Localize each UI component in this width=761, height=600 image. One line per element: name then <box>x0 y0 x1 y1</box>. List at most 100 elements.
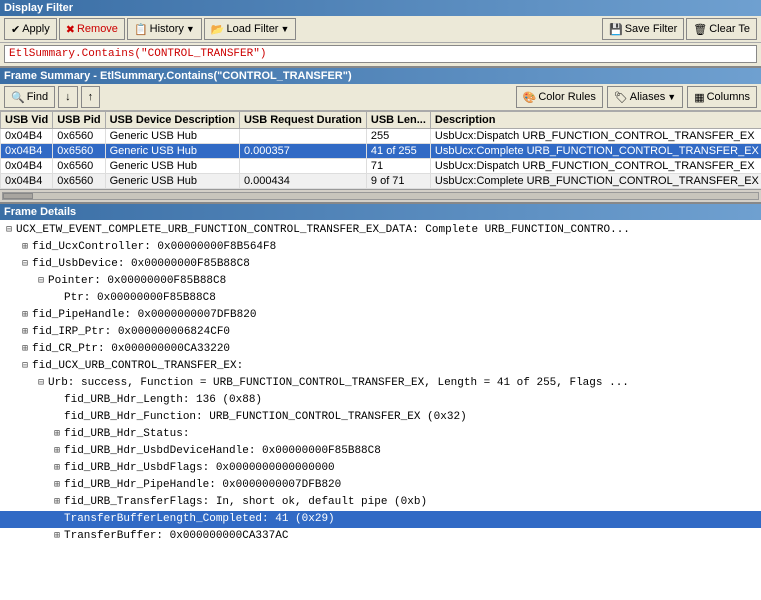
table-cell-1: 0x6560 <box>53 129 105 144</box>
apply-icon: ✔ <box>11 23 20 36</box>
tree-item[interactable]: ⊞fid_CR_Ptr: 0x000000000CA33220 <box>0 341 761 358</box>
history-button[interactable]: 📋 History ▼ <box>127 18 202 40</box>
arrow-down-icon: ↓ <box>65 91 71 103</box>
tree-expander-icon[interactable]: ⊞ <box>18 325 32 340</box>
find-button[interactable]: 🔍 Find <box>4 86 55 108</box>
tree-item[interactable]: ⊞fid_URB_Hdr_Status: <box>0 426 761 443</box>
tree-item-label: fid_URB_Hdr_Length: 136 (0x88) <box>64 394 262 406</box>
scrollbar-thumb[interactable] <box>3 193 33 199</box>
arrow-down-button[interactable]: ↓ <box>58 86 78 108</box>
table-cell-0: 0x04B4 <box>1 174 53 189</box>
save-filter-button[interactable]: 💾 Save Filter <box>602 18 684 40</box>
table-cell-0: 0x04B4 <box>1 129 53 144</box>
tree-expander-icon[interactable]: ⊟ <box>34 376 48 391</box>
table-cell-5: UsbUcx:Dispatch URB_FUNCTION_CONTROL_TRA… <box>430 159 761 174</box>
tree-item[interactable]: fid_URB_Hdr_Function: URB_FUNCTION_CONTR… <box>0 409 761 426</box>
tree-item-label: fid_CR_Ptr: 0x000000000CA33220 <box>32 343 230 355</box>
table-row[interactable]: 0x04B40x6560Generic USB Hub0.00035741 of… <box>1 144 761 159</box>
table-cell-0: 0x04B4 <box>1 144 53 159</box>
tree-item[interactable]: ⊞fid_UcxController: 0x00000000F8B564F8 <box>0 239 761 256</box>
tree-item-label: Pointer: 0x00000000F85B88C8 <box>48 275 226 287</box>
tree-item[interactable]: TransferBufferLength_Completed: 41 (0x29… <box>0 511 761 528</box>
tree-item[interactable]: ⊞fid_URB_Hdr_UsbdFlags: 0x00000000000000… <box>0 460 761 477</box>
table-cell-2: Generic USB Hub <box>105 129 239 144</box>
tree-item-label: fid_PipeHandle: 0x0000000007DFB820 <box>32 309 256 321</box>
table-cell-0: 0x04B4 <box>1 159 53 174</box>
display-filter-panel: Display Filter ✔ Apply ✖ Remove 📋 Histor… <box>0 0 761 68</box>
remove-button[interactable]: ✖ Remove <box>59 18 125 40</box>
history-dropdown-icon: ▼ <box>186 24 195 34</box>
tree-item[interactable]: ⊟fid_UsbDevice: 0x00000000F85B88C8 <box>0 256 761 273</box>
tree-item[interactable]: ⊞fid_URB_Hdr_PipeHandle: 0x0000000007DFB… <box>0 477 761 494</box>
tree-expander-icon[interactable]: ⊞ <box>50 427 64 442</box>
filter-input-row <box>0 43 761 66</box>
frame-summary-toolbar: 🔍 Find ↓ ↑ 🎨 Color Rules 🏷 Aliases ▼ ▦ C… <box>0 84 761 111</box>
tree-item[interactable]: ⊟UCX_ETW_EVENT_COMPLETE_URB_FUNCTION_CON… <box>0 222 761 239</box>
tree-item[interactable]: ⊟Urb: success, Function = URB_FUNCTION_C… <box>0 375 761 392</box>
table-cell-4: 9 of 71 <box>366 174 430 189</box>
tree-item[interactable]: ⊞fid_URB_Hdr_UsbdDeviceHandle: 0x0000000… <box>0 443 761 460</box>
color-rules-icon: 🎨 <box>523 91 537 104</box>
packet-table-scroll[interactable]: USB Vid USB Pid USB Device Description U… <box>0 111 761 189</box>
frame-summary-title: Frame Summary - EtlSummary.Contains("CON… <box>0 68 761 84</box>
tree-expander-icon[interactable]: ⊞ <box>18 308 32 323</box>
tree-expander-icon[interactable]: ⊞ <box>50 444 64 459</box>
tree-expander-icon[interactable]: ⊟ <box>34 274 48 289</box>
frame-details-content[interactable]: ⊟UCX_ETW_EVENT_COMPLETE_URB_FUNCTION_CON… <box>0 220 761 600</box>
tree-item-label: fid_URB_Hdr_Status: <box>64 428 189 440</box>
tree-item[interactable]: ⊞fid_PipeHandle: 0x0000000007DFB820 <box>0 307 761 324</box>
tree-expander-icon[interactable]: ⊟ <box>18 359 32 374</box>
tree-item[interactable]: ⊞fid_URB_TransferFlags: In, short ok, de… <box>0 494 761 511</box>
col-request-duration[interactable]: USB Request Duration <box>239 112 366 129</box>
table-row[interactable]: 0x04B40x6560Generic USB Hub 71UsbUcx:Disp… <box>1 159 761 174</box>
clear-button[interactable]: 🗑 Clear Te <box>686 18 757 40</box>
aliases-button[interactable]: 🏷 Aliases ▼ <box>607 86 683 108</box>
aliases-icon: 🏷 <box>614 91 628 104</box>
col-usb-len[interactable]: USB Len... <box>366 112 430 129</box>
tree-item[interactable]: Ptr: 0x00000000F85B88C8 <box>0 290 761 307</box>
tree-item-label: fid_URB_Hdr_PipeHandle: 0x0000000007DFB8… <box>64 479 341 491</box>
display-filter-title: Display Filter <box>0 0 761 16</box>
find-icon: 🔍 <box>11 91 25 104</box>
table-cell-4: 41 of 255 <box>366 144 430 159</box>
tree-item-label: Ptr: 0x00000000F85B88C8 <box>64 292 216 304</box>
table-row[interactable]: 0x04B40x6560Generic USB Hub255UsbUcx:Dis… <box>1 129 761 144</box>
col-description[interactable]: Description <box>430 112 761 129</box>
col-usb-pid[interactable]: USB Pid <box>53 112 105 129</box>
tree-item[interactable]: ⊟Pointer: 0x00000000F85B88C8 <box>0 273 761 290</box>
tree-expander-icon[interactable]: ⊞ <box>18 342 32 357</box>
table-cell-3: 0.000434 <box>239 174 366 189</box>
columns-button[interactable]: ▦ Columns <box>687 86 757 108</box>
table-row[interactable]: 0x04B40x6560Generic USB Hub0.0004349 of … <box>1 174 761 189</box>
arrow-up-button[interactable]: ↑ <box>81 86 101 108</box>
table-horizontal-scrollbar[interactable] <box>0 189 761 202</box>
frame-details-panel: Frame Details ⊟UCX_ETW_EVENT_COMPLETE_UR… <box>0 204 761 600</box>
color-rules-button[interactable]: 🎨 Color Rules <box>516 86 603 108</box>
tree-expander-icon[interactable]: ⊟ <box>2 223 16 238</box>
col-device-desc[interactable]: USB Device Description <box>105 112 239 129</box>
tree-expander-icon[interactable]: ⊞ <box>50 495 64 510</box>
clear-icon: 🗑 <box>693 23 707 36</box>
col-usb-vid[interactable]: USB Vid <box>1 112 53 129</box>
history-icon: 📋 <box>134 23 148 36</box>
table-cell-4: 255 <box>366 129 430 144</box>
tree-expander-icon[interactable]: ⊞ <box>50 461 64 476</box>
tree-expander-icon[interactable]: ⊞ <box>50 478 64 493</box>
filter-input[interactable] <box>4 45 757 63</box>
tree-item[interactable]: ⊞TransferBuffer: 0x000000000CA337AC <box>0 528 761 545</box>
tree-expander-icon[interactable]: ⊞ <box>18 240 32 255</box>
tree-item[interactable]: ⊞fid_IRP_Ptr: 0x000000006824CF0 <box>0 324 761 341</box>
tree-item-label: fid_URB_Hdr_UsbdDeviceHandle: 0x00000000… <box>64 445 381 457</box>
scrollbar-track[interactable] <box>2 192 759 200</box>
tree-expander-icon[interactable]: ⊟ <box>18 257 32 272</box>
table-cell-1: 0x6560 <box>53 159 105 174</box>
tree-item[interactable]: fid_URB_Hdr_Length: 136 (0x88) <box>0 392 761 409</box>
tree-expander-icon[interactable]: ⊞ <box>50 529 64 544</box>
table-cell-2: Generic USB Hub <box>105 159 239 174</box>
table-cell-4: 71 <box>366 159 430 174</box>
table-cell-5: UsbUcx:Complete URB_FUNCTION_CONTROL_TRA… <box>430 174 761 189</box>
load-filter-button[interactable]: 📂 Load Filter ▼ <box>204 18 297 40</box>
columns-icon: ▦ <box>694 91 704 104</box>
apply-button[interactable]: ✔ Apply <box>4 18 57 40</box>
tree-item[interactable]: ⊟fid_UCX_URB_CONTROL_TRANSFER_EX: <box>0 358 761 375</box>
